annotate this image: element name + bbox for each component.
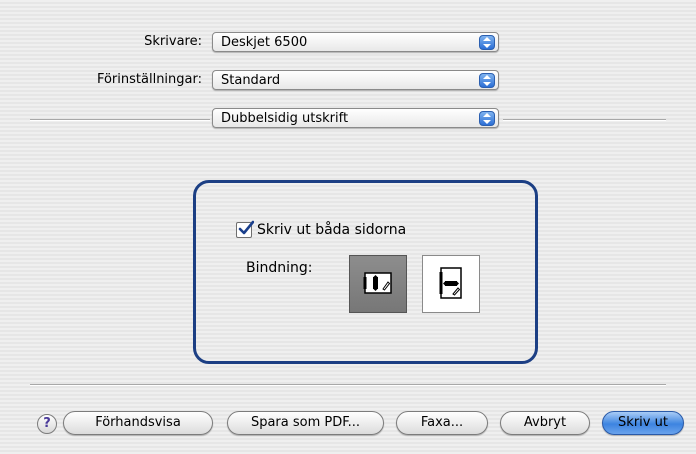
popup-arrows-icon [479,35,495,50]
printer-popup[interactable]: Deskjet 6500 [212,32,499,52]
print-button[interactable]: Skriv ut [602,411,684,435]
short-edge-binding-icon [439,267,462,299]
popup-arrows-icon [479,111,495,126]
preview-button[interactable]: Förhandsvisa [63,411,213,435]
checkmark-icon [238,220,254,235]
binding-label: Bindning: [246,260,313,276]
presets-popup[interactable]: Standard [212,70,499,90]
help-button[interactable]: ? [37,414,57,434]
binding-short-edge-button[interactable] [422,255,480,313]
print-both-sides-label[interactable]: Skriv ut båda sidorna [257,222,406,238]
save-as-pdf-button[interactable]: Spara som PDF... [227,411,384,435]
presets-value: Standard [221,73,281,88]
printer-label: Skrivare: [144,34,202,49]
presets-label: Förinställningar: [96,72,202,87]
popup-arrows-icon [479,73,495,88]
separator [30,384,666,385]
panel-popup[interactable]: Dubbelsidig utskrift [212,108,499,128]
print-both-sides-checkbox[interactable] [236,220,254,238]
printer-value: Deskjet 6500 [221,35,308,50]
panel-value: Dubbelsidig utskrift [221,111,349,126]
long-edge-binding-icon [363,272,392,294]
separator [30,119,210,120]
binding-long-edge-button[interactable] [349,255,407,313]
fax-button[interactable]: Faxa... [396,411,488,435]
separator [503,119,666,120]
cancel-button[interactable]: Avbryt [500,411,590,435]
